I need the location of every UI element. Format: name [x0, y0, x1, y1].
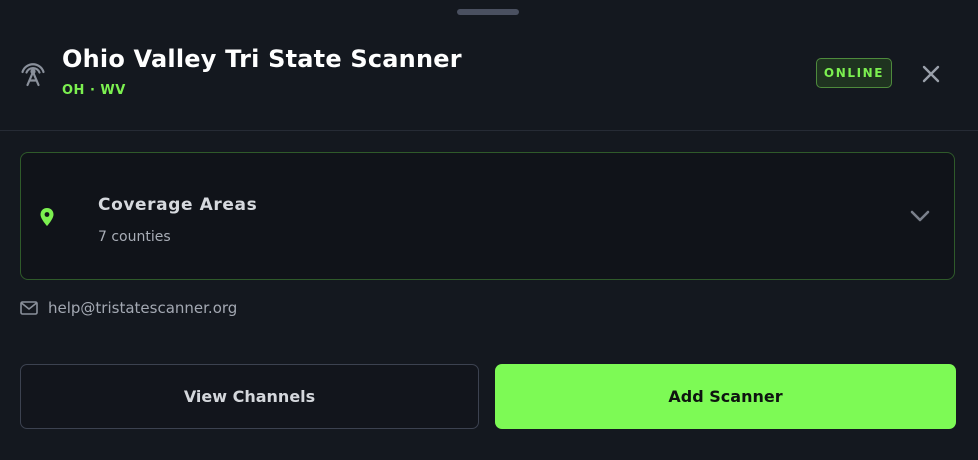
coverage-count: 7 counties	[98, 229, 171, 245]
close-icon	[922, 65, 940, 83]
scanner-details-sheet: Ohio Valley Tri State Scanner OH · WV ON…	[0, 0, 978, 460]
coverage-areas-card[interactable]: Coverage Areas 7 counties	[20, 152, 955, 280]
radio-tower-icon	[21, 63, 45, 87]
coverage-areas-title: Coverage Areas	[98, 195, 258, 215]
close-button[interactable]	[916, 59, 946, 89]
status-badge: ONLINE	[816, 58, 892, 88]
page-title: Ohio Valley Tri State Scanner	[62, 45, 462, 73]
contact-email-row[interactable]: help@tristatescanner.org	[20, 296, 237, 320]
mail-icon	[20, 301, 38, 315]
contact-email[interactable]: help@tristatescanner.org	[48, 299, 237, 317]
map-pin-icon	[40, 208, 54, 226]
region-label: OH · WV	[62, 83, 126, 98]
view-channels-button[interactable]: View Channels	[20, 364, 479, 429]
add-scanner-button[interactable]: Add Scanner	[495, 364, 956, 429]
sheet-header: Ohio Valley Tri State Scanner OH · WV ON…	[0, 0, 978, 131]
chevron-down-icon[interactable]	[909, 207, 931, 225]
